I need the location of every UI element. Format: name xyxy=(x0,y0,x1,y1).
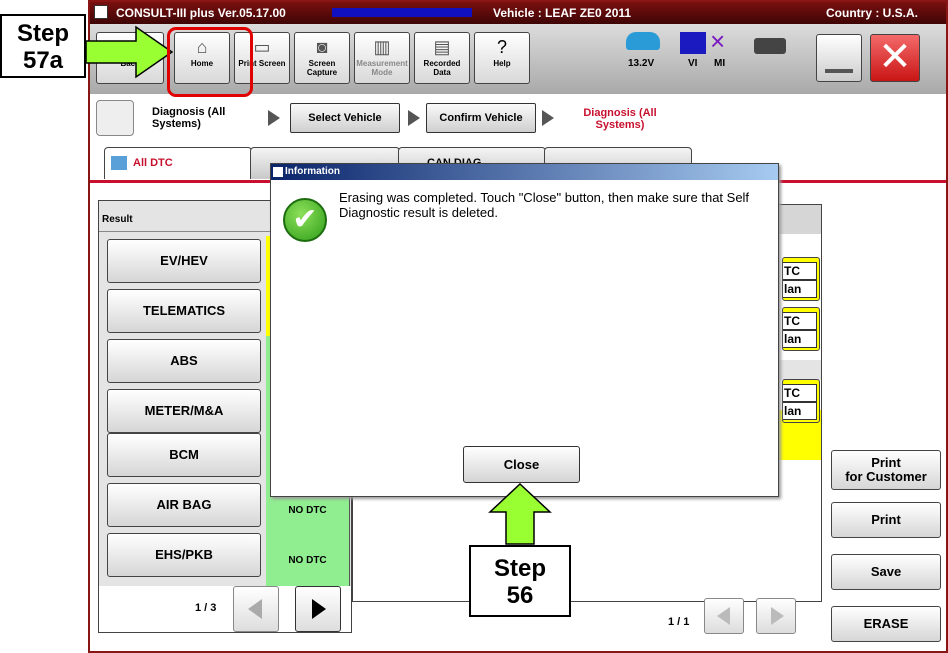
erase-button[interactable]: ERASE xyxy=(831,606,941,642)
measurement-icon: ▥ xyxy=(373,37,391,57)
vi-connection-icon xyxy=(680,32,706,54)
dtc-status-cell: NO DTC xyxy=(266,536,350,586)
close-dialog-button[interactable]: Close xyxy=(463,446,580,483)
information-dialog: Information ✔ Erasing was completed. Tou… xyxy=(270,163,779,497)
next-arrow-icon xyxy=(771,607,784,625)
detail-next-button[interactable] xyxy=(756,598,796,634)
save-button[interactable]: Save xyxy=(831,554,941,590)
help-button[interactable]: ? Help xyxy=(474,32,530,84)
home-highlight-box xyxy=(167,27,253,97)
dialog-message: Erasing was completed. Touch "Close" but… xyxy=(339,190,750,220)
help-icon: ? xyxy=(496,37,507,57)
system-button-air-bag[interactable]: AIR BAG xyxy=(107,483,261,527)
battery-icon xyxy=(754,38,786,54)
current-step-label: Diagnosis (All Systems) xyxy=(583,107,657,131)
dtc-detail-button[interactable]: TC lan xyxy=(782,379,820,423)
title-bar: CONSULT-III plus Ver.05.17.00 VIN:XXXXXX… xyxy=(90,2,946,24)
recorded-data-button[interactable]: ▤ Recorded Data xyxy=(414,32,470,84)
measurement-mode-button[interactable]: ▥ Measurement Mode xyxy=(354,32,410,84)
diagnosis-car-icon xyxy=(96,100,134,136)
mi-disconnected-icon: × xyxy=(710,26,726,56)
breadcrumb: Diagnosis (All Systems) Select Vehicle C… xyxy=(90,94,946,144)
system-button-bcm[interactable]: BCM xyxy=(107,433,261,477)
detail-prev-button[interactable] xyxy=(704,598,744,634)
select-vehicle-button[interactable]: Select Vehicle xyxy=(290,103,400,133)
step-56-arrow-icon xyxy=(488,482,552,545)
recorded-data-icon: ▤ xyxy=(433,37,451,57)
prev-arrow-icon xyxy=(248,599,262,619)
page-indicator: 1 / 3 xyxy=(195,602,217,614)
minimize-icon xyxy=(825,69,853,73)
current-section-label: Diagnosis (All Systems) xyxy=(152,106,226,130)
breadcrumb-arrow-icon xyxy=(408,110,420,126)
dialog-title-bar: Information xyxy=(271,164,778,180)
print-button[interactable]: Print xyxy=(831,502,941,538)
prev-arrow-icon xyxy=(717,607,730,625)
step-57a-arrow-icon xyxy=(85,25,174,79)
system-button-ehs-pkb[interactable]: EHS/PKB xyxy=(107,533,261,577)
mi-label: MI xyxy=(714,58,726,69)
prev-page-button[interactable] xyxy=(233,586,279,632)
dtc-list-icon xyxy=(111,156,127,170)
next-page-button[interactable] xyxy=(295,586,341,632)
vehicle-label: Vehicle : LEAF ZE0 2011 xyxy=(493,6,632,20)
next-arrow-icon xyxy=(312,599,326,619)
pagination-bar: 1 / 3 xyxy=(99,586,351,632)
result-header: Result xyxy=(102,214,133,225)
country-label: Country : U.S.A. xyxy=(826,6,918,20)
system-button-ev-hev[interactable]: EV/HEV xyxy=(107,239,261,283)
app-title: CONSULT-III plus Ver.05.17.00 xyxy=(116,6,286,20)
breadcrumb-arrow-icon xyxy=(268,110,280,126)
vi-label: VI xyxy=(688,58,698,69)
tab-all-dtc[interactable]: All DTC xyxy=(104,147,252,179)
dialog-app-icon xyxy=(273,167,283,177)
step-57a-callout: Step 57a xyxy=(0,14,86,78)
vin-redacted: VIN:XXXXXXXXXXXXXXXXX xyxy=(332,8,472,17)
close-app-button[interactable]: ✕ xyxy=(870,34,920,82)
step-56-callout: Step 56 xyxy=(469,545,571,617)
dtc-detail-button[interactable]: TC lan xyxy=(782,257,820,301)
camera-icon: ◙ xyxy=(316,37,328,57)
minimize-button[interactable] xyxy=(816,34,862,82)
app-logo-icon xyxy=(94,5,108,19)
confirm-vehicle-button[interactable]: Confirm Vehicle xyxy=(426,103,536,133)
close-icon: ✕ xyxy=(878,35,912,79)
dialog-title: Information xyxy=(285,166,340,177)
success-check-icon: ✔ xyxy=(283,198,327,242)
system-button-telematics[interactable]: TELEMATICS xyxy=(107,289,261,333)
system-button-abs[interactable]: ABS xyxy=(107,339,261,383)
print-for-customer-button[interactable]: Print for Customer xyxy=(831,450,941,490)
vehicle-battery-icon xyxy=(626,32,660,50)
detail-pagination: 1 / 1 xyxy=(352,598,822,634)
system-button-meter[interactable]: METER/M&A xyxy=(107,389,261,433)
screen-capture-button[interactable]: ◙ Screen Capture xyxy=(294,32,350,84)
dtc-detail-button[interactable]: TC lan xyxy=(782,307,820,351)
detail-page-indicator: 1 / 1 xyxy=(668,616,690,628)
voltage-readout: 13.2V xyxy=(628,58,655,69)
breadcrumb-arrow-icon xyxy=(542,110,554,126)
